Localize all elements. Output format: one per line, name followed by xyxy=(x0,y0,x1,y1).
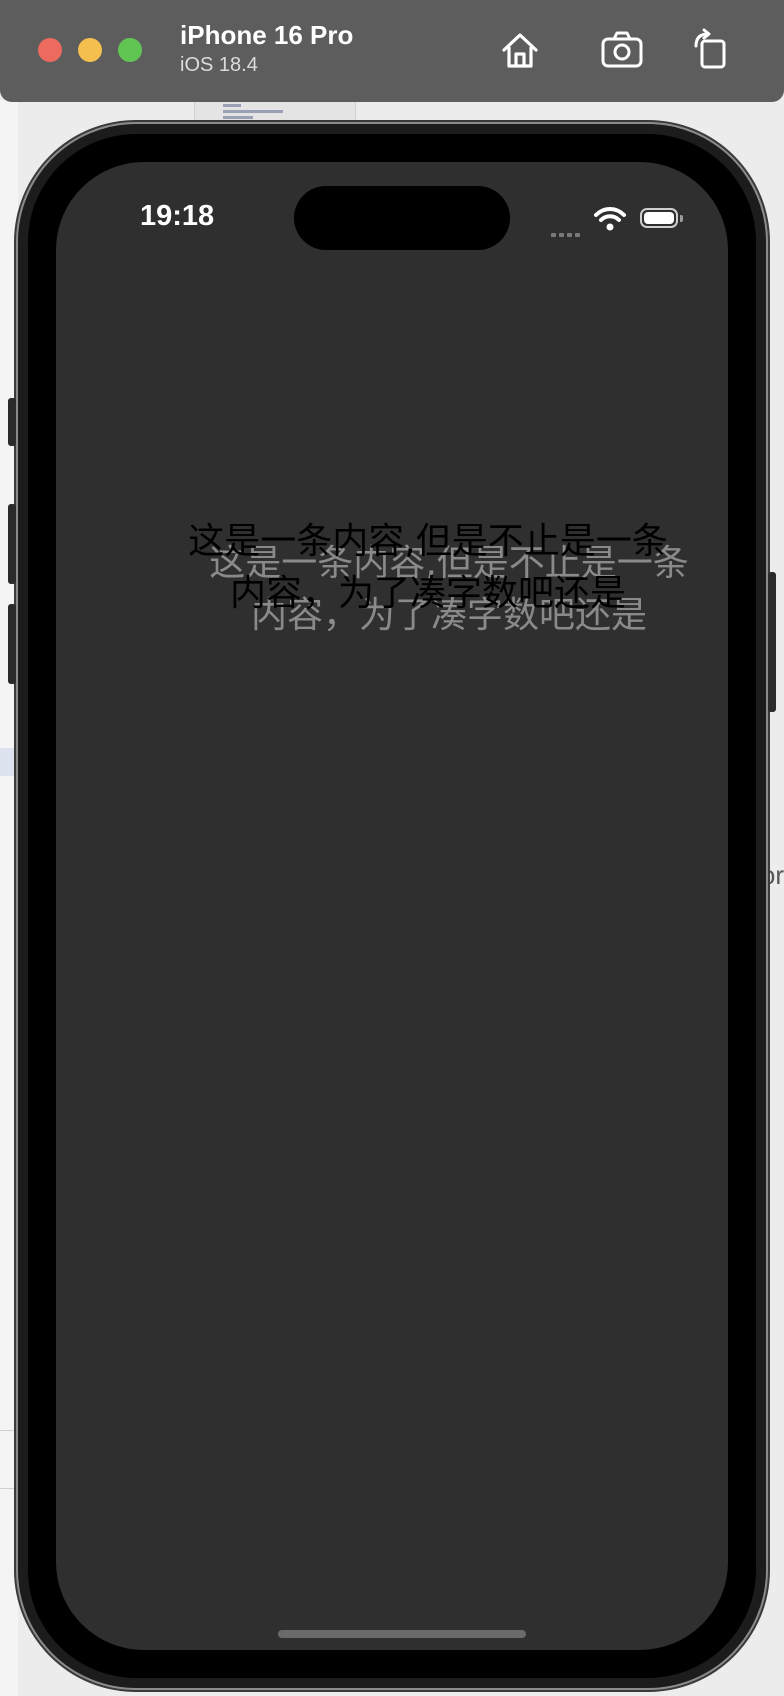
simulator-title-bar: iPhone 16 Pro iOS 18.4 xyxy=(0,0,784,102)
home-icon xyxy=(502,33,538,68)
wifi-icon xyxy=(594,207,626,231)
background-app-divider xyxy=(0,1430,18,1431)
volume-down-button[interactable] xyxy=(8,604,16,684)
rotate-button[interactable] xyxy=(688,26,736,74)
zoom-window-button[interactable] xyxy=(118,38,142,62)
panel-line xyxy=(223,104,241,107)
content-label-line: 这是一条内容,但是不止是一条 xyxy=(188,521,668,562)
status-bar-time: 19:18 xyxy=(140,200,215,232)
rotate-icon xyxy=(694,28,726,69)
action-button[interactable] xyxy=(8,398,16,446)
content-label: 这是一条内容,但是不止是一条 内容，为了凑字数吧还是 xyxy=(128,516,728,620)
device-bezel: 19:18 这是一条内容,但是不止是一条 内容，为了凑字数吧还是 这是一条内容,… xyxy=(28,134,756,1678)
dynamic-island xyxy=(294,186,510,250)
background-app-divider xyxy=(0,1488,18,1489)
screenshot-button[interactable] xyxy=(598,26,646,74)
minimize-window-button[interactable] xyxy=(78,38,102,62)
panel-line xyxy=(223,116,253,119)
power-button[interactable] xyxy=(768,572,776,712)
device-name: iPhone 16 Pro xyxy=(180,20,354,50)
home-button[interactable] xyxy=(496,26,544,74)
panel-line xyxy=(223,110,283,113)
device-os-version: iOS 18.4 xyxy=(180,54,258,76)
home-indicator[interactable] xyxy=(278,1630,526,1638)
cellular-signal-icon xyxy=(551,224,583,242)
camera-icon xyxy=(601,31,643,68)
volume-up-button[interactable] xyxy=(8,504,16,584)
background-app-highlight xyxy=(0,748,18,776)
iphone-device-frame: 19:18 这是一条内容,但是不止是一条 内容，为了凑字数吧还是 这是一条内容,… xyxy=(8,124,776,1688)
device-screen: 19:18 这是一条内容,但是不止是一条 内容，为了凑字数吧还是 这是一条内容,… xyxy=(56,162,728,1650)
background-app-gutter xyxy=(0,100,18,1696)
content-label-line: 内容，为了凑字数吧还是 xyxy=(229,573,626,614)
close-window-button[interactable] xyxy=(38,38,62,62)
battery-icon xyxy=(640,208,683,228)
